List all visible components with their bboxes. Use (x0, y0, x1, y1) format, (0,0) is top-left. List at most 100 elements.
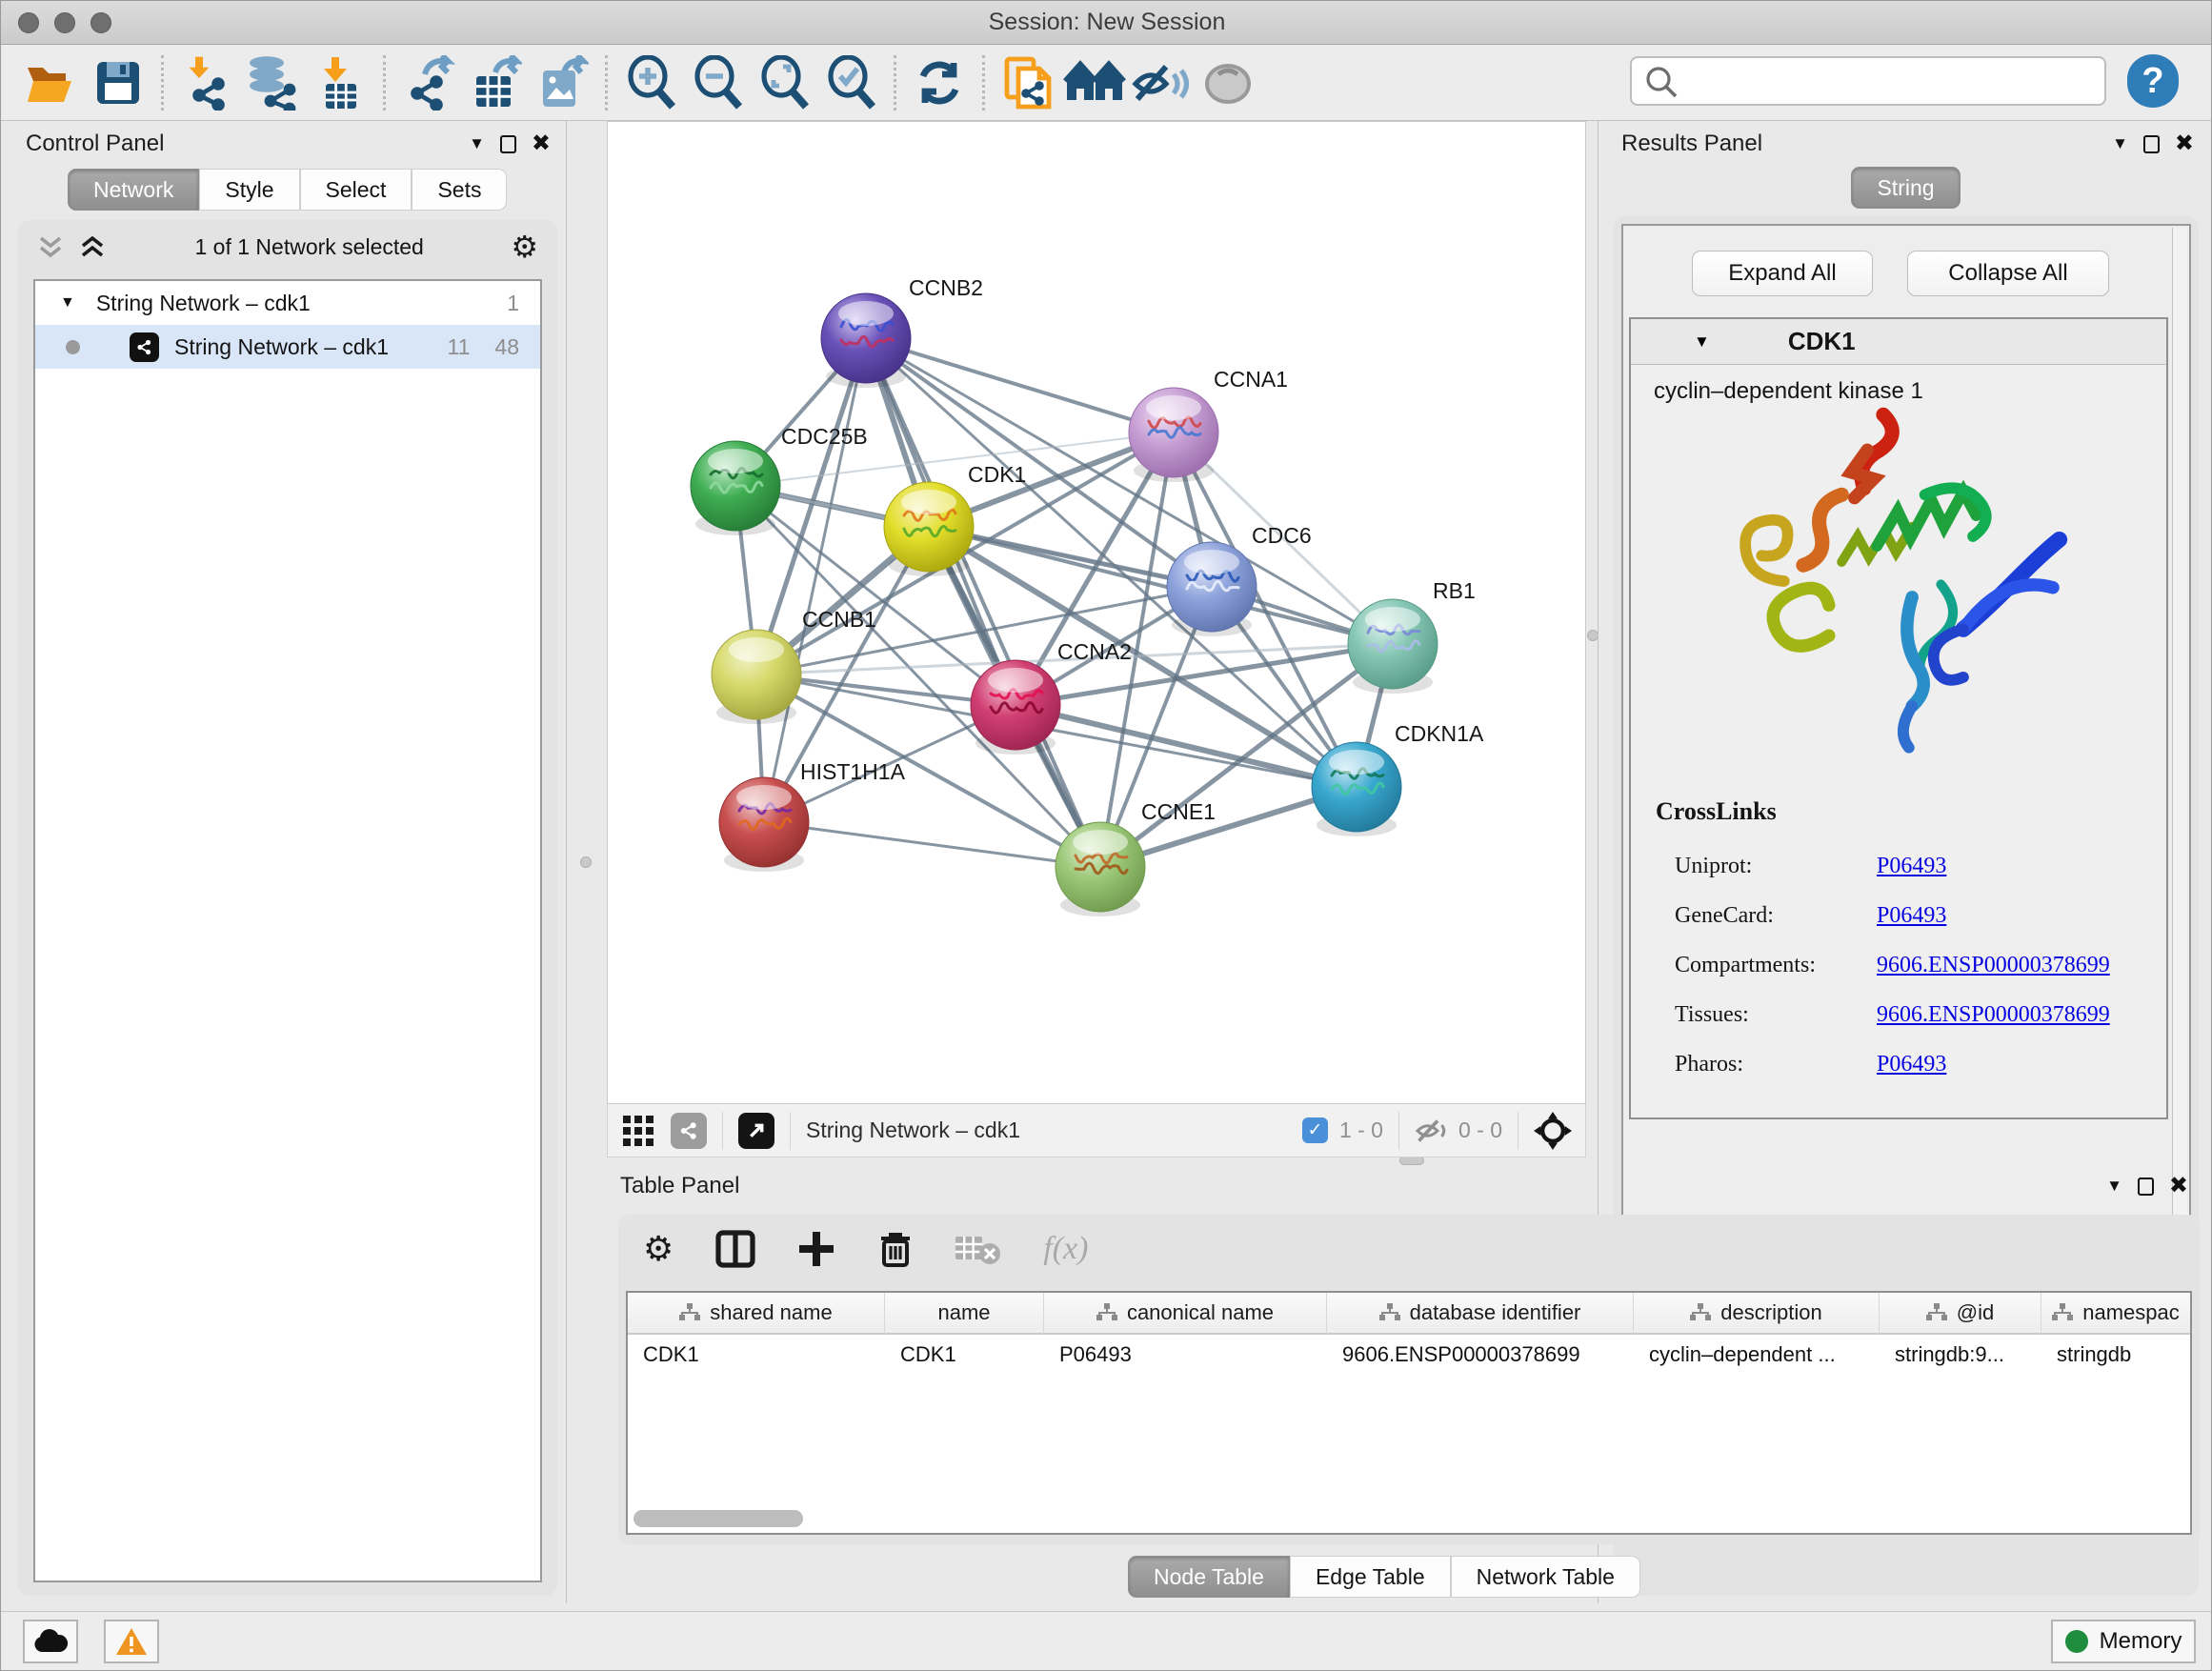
protein-card-header[interactable]: ▼ CDK1 (1631, 319, 2166, 365)
zoom-in-button[interactable] (617, 49, 684, 117)
table-options-gear-icon[interactable]: ⚙ (643, 1229, 674, 1269)
column-header-database-identifier[interactable]: database identifier (1327, 1293, 1634, 1335)
crosslink-row: Tissues: 9606.ENSP00000378699 (1675, 990, 2151, 1039)
network-node-count: 11 (448, 334, 471, 360)
panel-menu-icon[interactable]: ▼ (2112, 134, 2128, 153)
export-image-button[interactable] (529, 49, 595, 117)
collapse-all-icon[interactable] (37, 234, 66, 259)
tab-network-table[interactable]: Network Table (1451, 1556, 1640, 1598)
crosslink-link[interactable]: P06493 (1877, 903, 1946, 929)
tab-style[interactable]: Style (199, 169, 299, 211)
window-title: Session: New Session (1, 9, 2212, 36)
panel-menu-icon[interactable]: ▼ (2106, 1177, 2122, 1196)
show-view-button[interactable] (1195, 49, 1261, 117)
export-table-button[interactable] (462, 49, 529, 117)
tab-node-table[interactable]: Node Table (1128, 1556, 1290, 1598)
tab-string[interactable]: String (1851, 167, 1960, 209)
table-cell[interactable]: P06493 (1044, 1335, 1327, 1375)
add-column-icon[interactable] (797, 1230, 835, 1268)
table-cell[interactable]: CDK1 (628, 1335, 885, 1375)
copy-network-button[interactable] (995, 49, 1061, 117)
import-table-button[interactable] (307, 49, 373, 117)
column-tree-icon (679, 1303, 700, 1322)
results-scrollbar[interactable] (2172, 228, 2187, 1241)
node-label-CCNA1: CCNA1 (1214, 367, 1288, 392)
search-input[interactable] (1687, 68, 2104, 94)
footer-separator (790, 1112, 791, 1150)
expand-all-button[interactable]: Expand All (1692, 251, 1873, 296)
warning-icon (114, 1626, 149, 1657)
memory-status-dot (2065, 1630, 2088, 1653)
application-window: Session: New Session (0, 0, 2212, 1671)
column-header-name[interactable]: name (885, 1293, 1044, 1335)
card-expander-icon[interactable]: ▼ (1694, 332, 1710, 352)
help-button[interactable]: ? (2127, 54, 2179, 108)
panel-menu-icon[interactable]: ▼ (469, 134, 485, 153)
collapse-all-button[interactable]: Collapse All (1907, 251, 2109, 296)
zoom-fit-button[interactable] (751, 49, 817, 117)
column-header-canonical-name[interactable]: canonical name (1044, 1293, 1327, 1335)
network-view[interactable]: CCNB2CCNA1CDC25BCDK1CDC6RB1CCNB1CCNA2CDK… (607, 121, 1586, 1104)
cloud-status-button[interactable] (23, 1620, 78, 1663)
show-columns-icon[interactable] (715, 1230, 755, 1268)
crosslink-label: Uniprot: (1675, 854, 1877, 879)
crosslink-link[interactable]: 9606.ENSP00000378699 (1877, 953, 2110, 978)
open-session-button[interactable] (18, 49, 85, 117)
table-cell[interactable]: CDK1 (885, 1335, 1044, 1375)
float-panel-icon[interactable] (2138, 1178, 2154, 1196)
vertical-splitter-handle[interactable] (580, 856, 592, 868)
network-row[interactable]: String Network – cdk1 11 48 (35, 325, 540, 369)
zoom-out-icon (692, 55, 743, 111)
crosslink-link[interactable]: P06493 (1877, 854, 1946, 879)
collection-expander-icon[interactable]: ▼ (60, 294, 75, 312)
table-cell[interactable]: stringdb (2041, 1335, 2190, 1375)
network-type-icon[interactable] (671, 1113, 707, 1149)
network-status-dot (66, 340, 80, 354)
birdseye-view-icon[interactable] (623, 1116, 654, 1146)
export-network-icon (402, 55, 455, 111)
node-label-CCNE1: CCNE1 (1141, 799, 1216, 824)
tab-network[interactable]: Network (68, 169, 199, 211)
table-cell[interactable]: stringdb:9... (1880, 1335, 2041, 1375)
fit-crosshair-icon[interactable] (1534, 1112, 1572, 1150)
table-cell[interactable]: cyclin–dependent ... (1634, 1335, 1880, 1375)
tab-edge-table[interactable]: Edge Table (1290, 1556, 1451, 1598)
selected-checkbox-icon[interactable]: ✓ (1302, 1117, 1328, 1143)
expand-all-icon[interactable] (79, 234, 108, 259)
export-network-button[interactable] (395, 49, 462, 117)
network-collection-row[interactable]: ▼ String Network – cdk1 1 (35, 281, 540, 325)
refresh-layout-button[interactable] (906, 49, 973, 117)
warning-status-button[interactable] (104, 1620, 159, 1663)
close-panel-icon[interactable]: ✖ (2169, 1175, 2188, 1198)
zoom-selected-button[interactable] (817, 49, 884, 117)
delete-trash-icon[interactable] (877, 1229, 914, 1269)
crosslink-link[interactable]: P06493 (1877, 1052, 1946, 1077)
table-panel: Table Panel ▼ ✖ ⚙ (607, 1165, 2212, 1603)
memory-button[interactable]: Memory (2051, 1620, 2196, 1663)
hide-panels-button[interactable] (1128, 49, 1195, 117)
toolbar-separator (605, 55, 608, 111)
column-header-namespace[interactable]: namespac (2041, 1293, 2190, 1335)
tab-sets[interactable]: Sets (412, 169, 507, 211)
crosslink-row: Uniprot: P06493 (1675, 841, 2151, 891)
column-header-description[interactable]: description (1634, 1293, 1880, 1335)
network-edge-count: 48 (494, 334, 519, 360)
table-cell[interactable]: 9606.ENSP00000378699 (1327, 1335, 1634, 1375)
zoom-out-button[interactable] (684, 49, 751, 117)
hidden-nodes-edges-count: 0 - 0 (1458, 1117, 1502, 1143)
table-horizontal-scrollbar[interactable] (633, 1510, 803, 1527)
close-panel-icon[interactable]: ✖ (532, 132, 551, 155)
tab-select[interactable]: Select (300, 169, 412, 211)
crosslink-link[interactable]: 9606.ENSP00000378699 (1877, 1002, 2110, 1028)
close-panel-icon[interactable]: ✖ (2175, 132, 2194, 155)
import-network-from-database-button[interactable] (240, 49, 307, 117)
column-header-shared-name[interactable]: shared name (628, 1293, 885, 1335)
string-home-button[interactable] (1061, 49, 1128, 117)
column-header-id[interactable]: @id (1880, 1293, 2041, 1335)
open-in-new-window-button[interactable] (738, 1113, 774, 1149)
network-options-gear-icon[interactable]: ⚙ (511, 229, 538, 265)
save-session-button[interactable] (85, 49, 151, 117)
float-panel-icon[interactable] (2143, 135, 2160, 153)
import-network-button[interactable] (173, 49, 240, 117)
float-panel-icon[interactable] (500, 135, 516, 153)
